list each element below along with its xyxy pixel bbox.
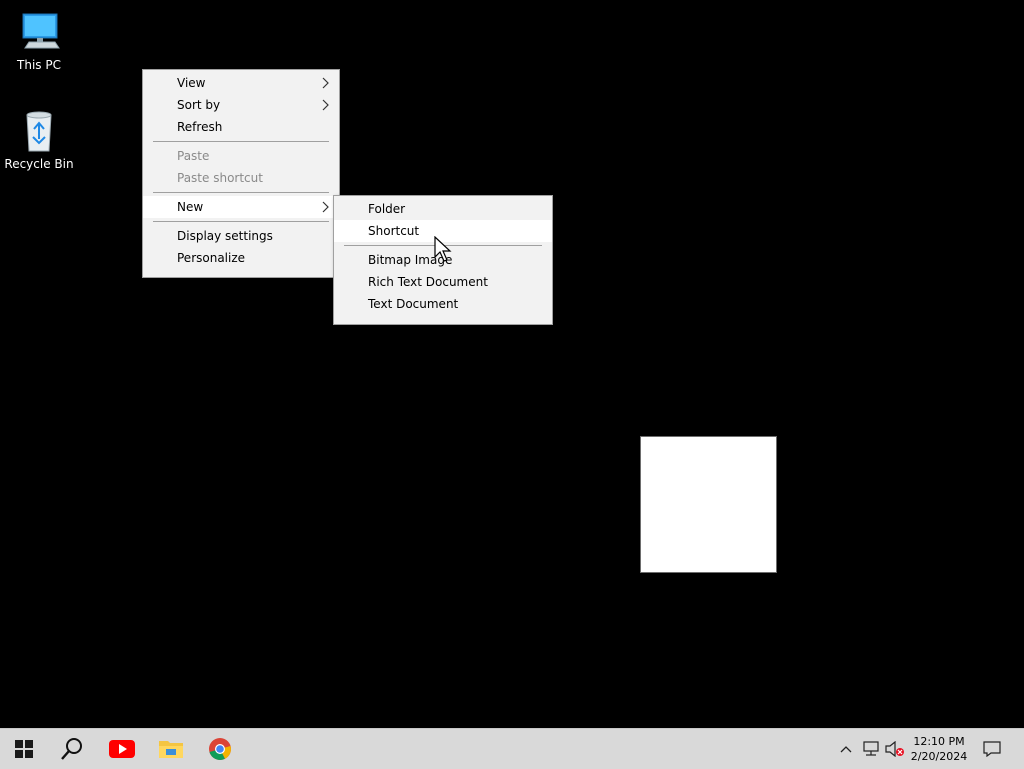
search-icon xyxy=(61,738,82,760)
notification-icon xyxy=(983,741,1001,757)
taskbar-clock[interactable]: 12:10 PM 2/20/2024 xyxy=(906,729,972,769)
start-button[interactable] xyxy=(0,729,48,769)
submenu-item-folder[interactable]: Folder xyxy=(334,198,552,220)
desktop-context-menu: View Sort by Refresh Paste Paste shortcu… xyxy=(142,69,340,278)
menu-item-label: Rich Text Document xyxy=(368,275,488,289)
menu-item-paste-shortcut: Paste shortcut xyxy=(143,167,339,189)
taskbar-app-chrome[interactable] xyxy=(196,729,244,769)
this-pc-icon xyxy=(22,13,60,49)
menu-item-label: Text Document xyxy=(368,297,459,311)
taskbar-app-file-explorer[interactable] xyxy=(147,729,195,769)
menu-item-label: Display settings xyxy=(177,229,273,243)
chrome-icon xyxy=(209,738,231,760)
show-hidden-icons-button[interactable] xyxy=(836,729,856,769)
windows-start-icon xyxy=(15,740,33,758)
search-button[interactable] xyxy=(48,729,96,769)
menu-separator xyxy=(153,221,329,222)
action-center-button[interactable] xyxy=(976,729,1008,769)
chevron-right-icon xyxy=(322,99,329,111)
menu-item-personalize[interactable]: Personalize xyxy=(143,247,339,269)
desktop-icon-recycle-bin[interactable]: Recycle Bin xyxy=(1,107,77,171)
menu-item-sort-by[interactable]: Sort by xyxy=(143,94,339,116)
menu-item-paste: Paste xyxy=(143,145,339,167)
mouse-cursor-icon xyxy=(434,236,452,262)
chevron-up-icon xyxy=(840,746,852,753)
menu-item-new[interactable]: New xyxy=(143,196,339,218)
taskbar: 12:10 PM 2/20/2024 xyxy=(0,728,1024,769)
menu-item-label: New xyxy=(177,200,204,214)
menu-item-label: Sort by xyxy=(177,98,221,112)
submenu-item-rich-text-document[interactable]: Rich Text Document xyxy=(334,271,552,293)
volume-muted-icon xyxy=(885,741,904,757)
menu-item-label: Personalize xyxy=(177,251,246,265)
menu-item-refresh[interactable]: Refresh xyxy=(143,116,339,138)
menu-item-view[interactable]: View xyxy=(143,72,339,94)
menu-item-label: Refresh xyxy=(177,120,223,134)
youtube-icon xyxy=(109,740,135,758)
menu-item-label: View xyxy=(177,76,206,90)
menu-separator xyxy=(153,192,329,193)
submenu-item-text-document[interactable]: Text Document xyxy=(334,293,552,315)
desktop-icon-label: This PC xyxy=(17,58,61,72)
clock-time: 12:10 PM xyxy=(913,735,965,748)
menu-item-label: Folder xyxy=(368,202,406,216)
menu-item-label: Paste xyxy=(177,149,210,163)
desktop-icon-label: Recycle Bin xyxy=(4,157,74,171)
recycle-bin-icon xyxy=(26,111,52,152)
blank-white-window[interactable] xyxy=(640,436,777,573)
volume-button[interactable] xyxy=(884,729,906,769)
network-icon xyxy=(863,741,879,756)
file-explorer-icon xyxy=(159,741,183,758)
taskbar-app-youtube[interactable] xyxy=(98,729,146,769)
menu-item-label: Shortcut xyxy=(368,224,420,238)
menu-item-display-settings[interactable]: Display settings xyxy=(143,225,339,247)
network-button[interactable] xyxy=(860,729,882,769)
chevron-right-icon xyxy=(322,201,329,213)
menu-separator xyxy=(153,141,329,142)
chevron-right-icon xyxy=(322,77,329,89)
desktop-icon-this-pc[interactable]: This PC xyxy=(1,8,77,72)
menu-item-label: Paste shortcut xyxy=(177,171,263,185)
clock-date: 2/20/2024 xyxy=(910,750,968,763)
